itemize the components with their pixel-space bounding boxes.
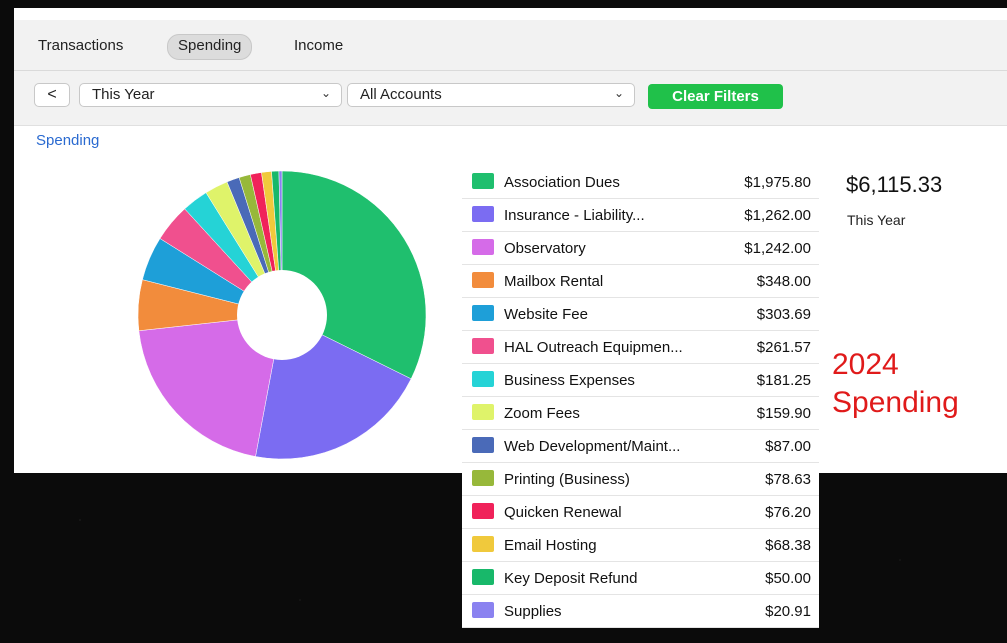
legend-row[interactable]: Website Fee $303.69 [462,298,819,331]
legend-category-label: Association Dues [504,174,620,191]
legend-category-label: Business Expenses [504,372,635,389]
chevron-down-icon: ⌄ [320,86,331,100]
legend-swatch [472,371,494,387]
pie-center-hole [237,270,327,360]
legend-row[interactable]: Mailbox Rental $348.00 [462,265,819,298]
tab-income[interactable]: Income [284,34,353,58]
legend-swatch [472,470,494,486]
category-legend: Association Dues $1,975.80 Insurance - Lia… [462,166,819,628]
legend-swatch [472,437,494,453]
legend-category-label: Email Hosting [504,537,597,554]
legend-swatch [472,239,494,255]
legend-row[interactable]: Quicken Renewal $76.20 [462,496,819,529]
legend-amount: $303.69 [756,306,811,323]
period-value: This Year [92,86,155,103]
period-select[interactable]: This Year ⌄ [79,83,342,107]
legend-row[interactable]: Supplies $20.91 [462,595,819,628]
legend-amount: $78.63 [765,471,811,488]
legend-swatch [472,206,494,222]
legend-amount: $20.91 [765,603,811,620]
legend-category-label: Supplies [504,603,562,620]
legend-category-label: Insurance - Liability... [504,207,645,224]
legend-row[interactable]: Association Dues $1,975.80 [462,166,819,199]
legend-row[interactable]: HAL Outreach Equipmen... $261.57 [462,331,819,364]
legend-swatch [472,602,494,618]
legend-row[interactable]: Observatory $1,242.00 [462,232,819,265]
legend-amount: $1,262.00 [744,207,811,224]
legend-amount: $76.20 [765,504,811,521]
tab-bar: Transactions Spending Income [14,20,1007,71]
legend-amount: $50.00 [765,570,811,587]
annotation-year: 2024 [832,348,899,381]
accounts-value: All Accounts [360,86,442,103]
legend-amount: $261.57 [756,339,811,356]
legend-swatch [472,569,494,585]
filter-bar: < This Year ⌄ All Accounts ⌄ Clear Filte… [14,71,1007,126]
legend-amount: $181.25 [756,372,811,389]
accounts-select[interactable]: All Accounts ⌄ [347,83,635,107]
legend-category-label: Observatory [504,240,586,257]
legend-swatch [472,404,494,420]
legend-row[interactable]: Insurance - Liability... $1,262.00 [462,199,819,232]
legend-amount: $159.90 [756,405,811,422]
legend-amount: $87.00 [765,438,811,455]
section-title: Spending [36,132,100,149]
back-button[interactable]: < [34,83,70,107]
tab-transactions[interactable]: Transactions [28,34,133,58]
legend-amount: $68.38 [765,537,811,554]
chevron-left-icon: < [47,86,57,103]
year-annotation: 2024 Spending [832,346,959,422]
annotation-label: Spending [832,386,959,419]
legend-category-label: HAL Outreach Equipmen... [504,339,683,356]
legend-row[interactable]: Web Development/Maint... $87.00 [462,430,819,463]
legend-swatch [472,503,494,519]
legend-row[interactable]: Printing (Business) $78.63 [462,463,819,496]
tab-spending[interactable]: Spending [167,34,253,60]
legend-category-label: Mailbox Rental [504,273,604,290]
clear-filters-button[interactable]: Clear Filters [648,84,783,109]
total-amount: $6,115.33 [846,172,943,197]
legend-amount: $1,975.80 [744,174,811,191]
chevron-down-icon: ⌄ [613,86,624,100]
legend-amount: $1,242.00 [744,240,811,257]
legend-category-label: Web Development/Maint... [504,438,681,455]
legend-swatch [472,536,494,552]
legend-amount: $348.00 [756,273,811,290]
legend-swatch [472,272,494,288]
legend-row[interactable]: Email Hosting $68.38 [462,529,819,562]
legend-row[interactable]: Zoom Fees $159.90 [462,397,819,430]
legend-swatch [472,305,494,321]
legend-category-label: Zoom Fees [504,405,580,422]
legend-category-label: Key Deposit Refund [504,570,638,587]
legend-swatch [472,173,494,189]
total-period: This Year [847,212,906,228]
spending-pie-chart [137,170,427,460]
legend-category-label: Website Fee [504,306,588,323]
legend-category-label: Quicken Renewal [504,504,622,521]
legend-swatch [472,338,494,354]
legend-row[interactable]: Business Expenses $181.25 [462,364,819,397]
legend-row[interactable]: Key Deposit Refund $50.00 [462,562,819,595]
legend-category-label: Printing (Business) [504,471,630,488]
